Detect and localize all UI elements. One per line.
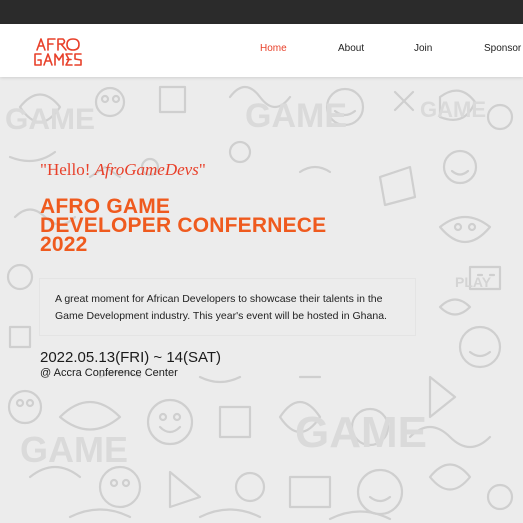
svg-text:GAME: GAME (420, 97, 486, 122)
svg-text:PLAY: PLAY (455, 274, 492, 290)
greeting-prefix: "Hello! (40, 160, 95, 179)
title-line-3: 2022 (40, 233, 88, 256)
event-venue: @ Accra Conference Center (40, 367, 178, 379)
greeting-handle: AfroGameDevs (94, 160, 199, 179)
event-description-box: A great moment for African Developers to… (40, 279, 415, 335)
nav-join-link[interactable]: Join (414, 43, 432, 54)
event-description: A great moment for African Developers to… (55, 293, 387, 322)
svg-text:GAME: GAME (245, 97, 347, 135)
nav-about-link[interactable]: About (338, 43, 364, 54)
greeting-suffix: " (198, 160, 206, 179)
svg-text:GAME: GAME (20, 429, 128, 470)
main-nav: Home About Join Sponsor (0, 24, 523, 77)
nav-sponsor-link[interactable]: Sponsor (484, 43, 521, 54)
window-top-bar (0, 0, 523, 24)
event-date: 2022.05.13(FRI) ~ 14(SAT) (40, 349, 222, 366)
nav-home-link[interactable]: Home (260, 43, 287, 54)
hero-section: GAME GAME GAME GAME GAME PLAY "Hello! Af… (0, 77, 523, 523)
hero-greeting: "Hello! AfroGameDevs" (40, 160, 206, 180)
title-line-2: DEVELOPER CONFERNECE (40, 214, 327, 237)
svg-text:GAME: GAME (295, 408, 427, 457)
svg-text:GAME: GAME (5, 103, 95, 136)
navigation-bar: Home About Join Sponsor (0, 24, 523, 77)
conference-title: AFRO GAME DEVELOPER CONFERNECE 2022 (40, 196, 420, 256)
